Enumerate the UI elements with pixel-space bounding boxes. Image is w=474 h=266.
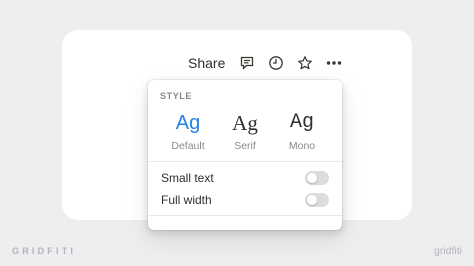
font-preview-mono: Ag [289,111,314,134]
small-text-row[interactable]: Small text [148,167,342,189]
star-icon[interactable] [294,52,316,74]
full-width-label: Full width [161,193,212,207]
menu-divider [148,215,342,216]
font-preview-serif: Ag [232,111,258,135]
font-option-label: Mono [288,140,316,152]
style-section-label: STYLE [160,91,193,101]
style-menu: STYLE Ag Default Ag Serif Ag Mono Small … [148,80,342,230]
font-option-label: Serif [234,140,256,152]
comment-icon[interactable] [236,52,258,74]
font-option-default[interactable]: Ag Default [160,110,216,152]
brand-watermark: gridfiti [433,245,462,257]
full-width-toggle[interactable] [305,193,329,207]
top-toolbar: Share [188,50,352,76]
full-width-row[interactable]: Full width [148,189,342,211]
font-style-options: Ag Default Ag Serif Ag Mono [148,110,342,152]
toggle-knob [307,195,317,205]
more-icon[interactable] [323,52,345,74]
small-text-toggle[interactable] [305,171,329,185]
clock-icon[interactable] [265,52,287,74]
toggle-knob [307,173,317,183]
brand-wordmark: GRIDFITI [12,246,77,256]
font-option-label: Default [171,140,205,152]
font-preview-default: Ag [175,112,201,134]
font-option-mono[interactable]: Ag Mono [274,110,330,152]
small-text-label: Small text [161,171,214,185]
share-button[interactable]: Share [188,55,225,71]
menu-divider [148,161,342,162]
font-option-serif[interactable]: Ag Serif [217,110,273,152]
